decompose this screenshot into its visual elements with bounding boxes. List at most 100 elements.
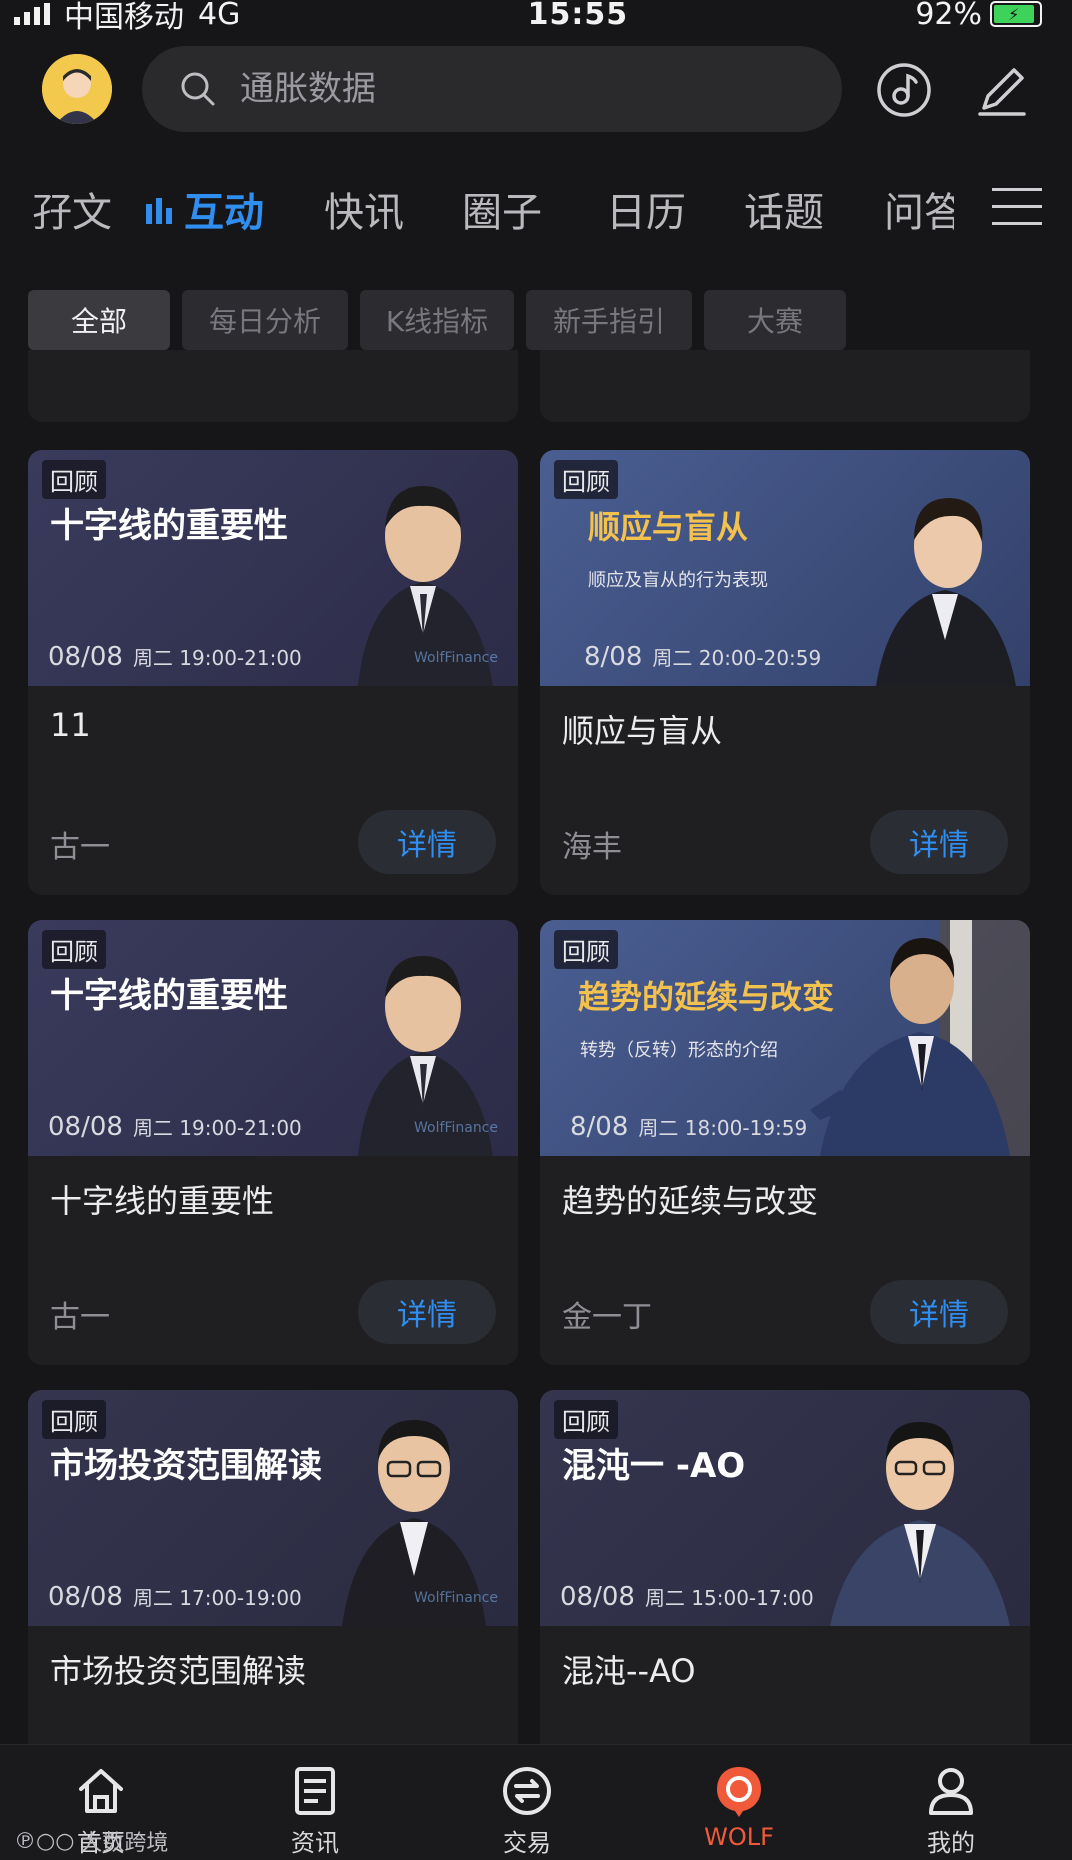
search-icon bbox=[181, 72, 215, 106]
detail-button[interactable]: 详情 bbox=[358, 810, 496, 874]
watermark-logo-icon: ℗○○ bbox=[14, 1828, 75, 1854]
replay-tag: 回顾 bbox=[42, 1400, 106, 1439]
avatar[interactable] bbox=[42, 54, 112, 124]
card-author: 古一 bbox=[50, 1300, 110, 1335]
tab-article[interactable]: 孖文 bbox=[32, 180, 112, 238]
card-banner: 回顾 混沌一 -AO 08/08 周二 15:00-17:00 bbox=[540, 1390, 1030, 1626]
nav-wolf-label: WOLF bbox=[704, 1823, 774, 1851]
banner-title: 趋势的延续与改变 bbox=[578, 978, 835, 1016]
banner-date: 08/08 周二 17:00-19:00 bbox=[48, 1582, 302, 1612]
profile-icon bbox=[929, 1768, 973, 1815]
chip-all[interactable]: 全部 bbox=[28, 290, 170, 350]
battery-icon: ⚡ bbox=[990, 1, 1042, 27]
carrier-label: 中国移动 bbox=[64, 0, 184, 35]
card-banner: 回顾 顺应与盲从 顺应及盲从的行为表现 8/08 周二 20:00-20:59 bbox=[540, 450, 1030, 686]
tab-flash-news[interactable]: 快讯 bbox=[324, 180, 404, 238]
live-card[interactable]: 回顾 趋势的延续与改变 转势（反转）形态的介绍 8/08 周二 18:00-19:… bbox=[540, 920, 1030, 1365]
nav-trade[interactable]: 交易 bbox=[472, 1763, 582, 1858]
banner-title: 十字线的重要性 bbox=[50, 506, 288, 546]
banner-title: 顺应与盲从 bbox=[588, 508, 749, 546]
signal-icon bbox=[14, 3, 50, 25]
presenter-photo bbox=[830, 1422, 1010, 1626]
card-banner: 回顾 市场投资范围解读 08/08 周二 17:00-19:00 WolfFina… bbox=[28, 1390, 518, 1626]
exchange-icon bbox=[503, 1767, 551, 1815]
chip-contest[interactable]: 大赛 bbox=[704, 290, 846, 350]
detail-button[interactable]: 详情 bbox=[870, 810, 1008, 874]
replay-tag: 回顾 bbox=[42, 930, 106, 969]
live-card[interactable]: 回顾 十字线的重要性 08/08 周二 19:00-21:00 WolfFinan… bbox=[28, 450, 518, 895]
live-card[interactable]: 回顾 十字线的重要性 08/08 周二 19:00-21:00 WolfFinan… bbox=[28, 920, 518, 1365]
replay-tag: 回顾 bbox=[554, 1400, 618, 1439]
watermark-text: 大数跨境 bbox=[80, 1831, 169, 1856]
banner-date: 08/08 周二 19:00-21:00 bbox=[48, 1112, 302, 1142]
news-icon bbox=[295, 1767, 335, 1815]
banner-date: 8/08 周二 20:00-20:59 bbox=[584, 642, 822, 672]
live-card[interactable]: 回顾 市场投资范围解读 08/08 周二 17:00-19:00 WolfFina… bbox=[28, 1390, 518, 1744]
source-watermark: ℗○○ 大数跨境 bbox=[14, 1825, 168, 1857]
top-header bbox=[0, 40, 1072, 140]
banner-title: 混沌一 -AO bbox=[562, 1446, 746, 1486]
card-title: 市场投资范围解读 bbox=[50, 1652, 307, 1690]
banner-date: 8/08 周二 18:00-19:59 bbox=[570, 1112, 808, 1142]
card-banner: 回顾 趋势的延续与改变 转势（反转）形态的介绍 8/08 周二 18:00-19:… bbox=[540, 920, 1030, 1156]
nav-trade-label: 交易 bbox=[503, 1829, 551, 1857]
network-label: 4G bbox=[198, 0, 241, 32]
home-icon bbox=[79, 1769, 123, 1813]
banner-date: 08/08 周二 19:00-21:00 bbox=[48, 642, 302, 672]
card-title: 混沌--AO bbox=[562, 1652, 696, 1690]
clock: 15:55 bbox=[527, 0, 629, 32]
search-input[interactable] bbox=[240, 69, 720, 109]
banner-date: 08/08 周二 15:00-17:00 bbox=[560, 1582, 814, 1612]
brand-watermark: WolfFinance bbox=[414, 650, 498, 666]
live-card[interactable]: 回顾 混沌一 -AO 08/08 周二 15:00-17:00 混沌--AO bbox=[540, 1390, 1030, 1744]
chip-beginner-guide[interactable]: 新手指引 bbox=[526, 290, 692, 350]
banner-title: 市场投资范围解读 bbox=[50, 1446, 322, 1486]
bar-chart-icon bbox=[146, 198, 172, 224]
edit-pen-icon[interactable] bbox=[972, 60, 1032, 120]
card-author: 古一 bbox=[50, 830, 110, 865]
presenter-photo bbox=[810, 920, 1030, 1156]
chip-daily-analysis[interactable]: 每日分析 bbox=[182, 290, 348, 350]
banner-title: 十字线的重要性 bbox=[50, 976, 288, 1016]
brand-watermark: WolfFinance bbox=[414, 1590, 498, 1606]
tab-qa[interactable]: 问答 bbox=[884, 180, 954, 238]
card-banner: 回顾 十字线的重要性 08/08 周二 19:00-21:00 WolfFinan… bbox=[28, 450, 518, 686]
nav-news[interactable]: 资讯 bbox=[260, 1763, 370, 1858]
nav-wolf[interactable]: WOLF bbox=[684, 1763, 794, 1851]
nav-profile-label: 我的 bbox=[927, 1829, 975, 1857]
chip-kline-indicator[interactable]: K线指标 bbox=[360, 290, 514, 350]
card-title: 十字线的重要性 bbox=[50, 1182, 275, 1220]
menu-icon[interactable] bbox=[992, 188, 1042, 228]
detail-button[interactable]: 详情 bbox=[358, 1280, 496, 1344]
banner-subtitle: 转势（反转）形态的介绍 bbox=[580, 1040, 778, 1061]
status-bar: 中国移动 4G 15:55 92% ⚡ bbox=[0, 0, 1072, 35]
nav-news-label: 资讯 bbox=[291, 1829, 339, 1857]
detail-button[interactable]: 详情 bbox=[870, 1280, 1008, 1344]
battery-percent: 92% bbox=[915, 0, 982, 32]
card-partial bbox=[540, 350, 1030, 422]
replay-tag: 回顾 bbox=[554, 930, 618, 969]
tab-calendar[interactable]: 日历 bbox=[606, 180, 686, 238]
battery-indicator: 92% ⚡ bbox=[915, 0, 1042, 32]
bottom-nav: 首页 资讯 交易 WOLF 我的 ℗○○ 大数跨境 bbox=[0, 1744, 1072, 1860]
presenter-photo bbox=[876, 498, 1016, 686]
replay-tag: 回顾 bbox=[42, 460, 106, 499]
replay-tag: 回顾 bbox=[554, 460, 618, 499]
category-tabs: 孖文 互动 快讯 圈子 日历 话题 问答 bbox=[0, 170, 1072, 240]
card-title: 趋势的延续与改变 bbox=[562, 1182, 819, 1220]
nav-profile[interactable]: 我的 bbox=[896, 1763, 1006, 1858]
music-disc-icon[interactable] bbox=[874, 60, 934, 120]
tab-topics[interactable]: 话题 bbox=[744, 180, 824, 238]
card-banner: 回顾 十字线的重要性 08/08 周二 19:00-21:00 WolfFinan… bbox=[28, 920, 518, 1156]
brand-watermark: WolfFinance bbox=[414, 1120, 498, 1136]
tab-interactive[interactable]: 互动 bbox=[144, 180, 264, 238]
live-card[interactable]: 回顾 顺应与盲从 顺应及盲从的行为表现 8/08 周二 20:00-20:59 顺… bbox=[540, 450, 1030, 895]
search-bar[interactable] bbox=[142, 46, 842, 132]
filter-chips: 全部 每日分析 K线指标 新手指引 大赛 bbox=[28, 290, 846, 350]
tab-interactive-label: 互动 bbox=[184, 190, 264, 236]
card-author: 海丰 bbox=[562, 830, 622, 865]
banner-subtitle: 顺应及盲从的行为表现 bbox=[588, 570, 768, 591]
card-partial bbox=[28, 350, 518, 422]
tab-circle[interactable]: 圈子 bbox=[462, 180, 542, 238]
card-title: 11 bbox=[50, 706, 91, 744]
